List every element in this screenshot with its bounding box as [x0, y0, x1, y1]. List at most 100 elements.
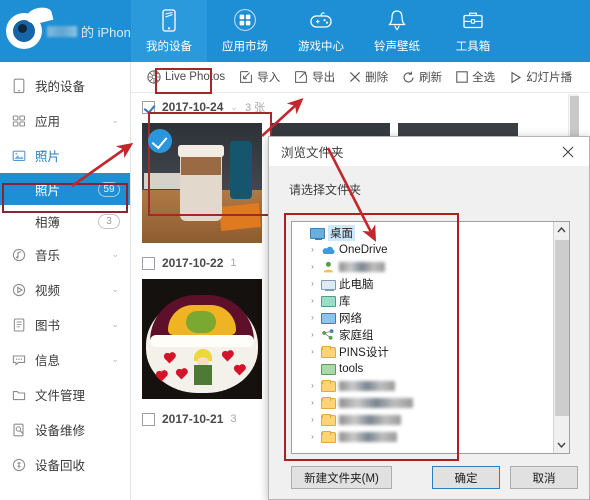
blurred-folder-name: [339, 380, 395, 391]
tree-node-label: 家庭组: [339, 329, 374, 342]
photo-group-date: 2017-10-22: [162, 256, 224, 270]
sidebar-subitem-albums[interactable]: 相簿 3: [0, 205, 130, 237]
tree-node-label: 网络: [339, 312, 362, 325]
this-pc-icon: [321, 279, 336, 291]
sidebar-item-device-recycle[interactable]: 设备回收: [0, 447, 130, 482]
new-folder-button[interactable]: 新建文件夹(M): [291, 466, 392, 489]
dialog-titlebar: 浏览文件夹: [269, 137, 589, 167]
photo-thumbnail[interactable]: [142, 279, 262, 399]
sidebar-item-label: 我的设备: [35, 80, 86, 94]
tree-expander[interactable]: ›: [307, 432, 318, 441]
sidebar-item-apps[interactable]: 应用 ⌄: [0, 103, 130, 138]
sidebar-item-label: 文件管理: [35, 389, 86, 403]
tree-node-this-pc[interactable]: › 此电脑: [294, 275, 554, 292]
tree-node-label: tools: [339, 362, 364, 375]
sidebar-item-device-repair[interactable]: 设备维修: [0, 412, 130, 447]
photo-group-header[interactable]: 2017-10-24 ⌄ 3 张: [131, 94, 579, 120]
toolbar-item-label: 刷新: [419, 72, 443, 84]
tree-expander[interactable]: ›: [307, 347, 318, 356]
sidebar-item-music[interactable]: 音乐 ⌄: [0, 237, 130, 272]
live-photos-icon: [147, 70, 161, 84]
nav-tab-game-center[interactable]: 游戏中心: [283, 0, 359, 62]
folder-tree-panel[interactable]: 桌面 › OneDrive › › 此电脑 › 库 › 网络 › 家庭组 › P…: [291, 221, 570, 454]
toolbar-export-button[interactable]: 导出: [287, 66, 342, 88]
tree-expander[interactable]: ›: [307, 296, 318, 305]
device-name-dropdown[interactable]: 的 iPhone ▾: [47, 22, 145, 41]
sidebar-item-label: 照片: [35, 150, 61, 164]
tree-expander[interactable]: ›: [307, 279, 318, 288]
tree-node-blurred-2[interactable]: ›: [294, 394, 554, 411]
sidebar-subitem-photos[interactable]: 照片 59: [0, 173, 130, 205]
nav-tab-my-device[interactable]: 我的设备: [131, 0, 207, 62]
sidebar-item-messages[interactable]: 信息 ⌄: [0, 342, 130, 377]
toolbar-slideshow-button[interactable]: 幻灯片播: [502, 66, 579, 88]
sidebar-item-books[interactable]: 图书 ⌄: [0, 307, 130, 342]
sidebar-item-label: 音乐: [35, 249, 61, 263]
tree-expander[interactable]: ›: [307, 313, 318, 322]
ok-button[interactable]: 确定: [432, 466, 500, 489]
tree-expander[interactable]: ›: [307, 245, 318, 254]
device-phone-icon: [12, 78, 30, 94]
browse-folder-dialog: 浏览文件夹 请选择文件夹 桌面 › OneDrive › › 此电脑 › 库 ›…: [268, 136, 590, 500]
nav-tab-ringtone-wallpaper[interactable]: 铃声壁纸: [359, 0, 435, 62]
left-sidebar: 我的设备 应用 ⌄ 照片 照片 59 相簿 3 音乐 ⌄ 视频 ⌄ 图书 ⌄ 信…: [0, 62, 131, 500]
tree-node-blurred-1[interactable]: ›: [294, 377, 554, 394]
chevron-down-icon[interactable]: [554, 437, 569, 453]
sidebar-item-videos[interactable]: 视频 ⌄: [0, 272, 130, 307]
tree-node-pins-design[interactable]: › PINS设计: [294, 343, 554, 360]
tree-expander[interactable]: ›: [307, 381, 318, 390]
nav-tab-label: 游戏中心: [298, 41, 344, 53]
tree-node-blurred-4[interactable]: ›: [294, 428, 554, 445]
tree-expander[interactable]: ›: [307, 262, 318, 271]
nav-tab-label: 铃声壁纸: [374, 41, 420, 53]
folder-tree-scrollbar[interactable]: [553, 222, 569, 453]
tree-node-user-account[interactable]: ›: [294, 258, 554, 275]
cancel-button[interactable]: 取消: [510, 466, 578, 489]
recycle-money-icon: [12, 457, 30, 473]
blurred-user-name: [47, 25, 77, 37]
sidebar-item-file-management[interactable]: 文件管理: [0, 377, 130, 412]
sidebar-item-photos[interactable]: 照片: [0, 138, 130, 173]
toolbar-select-all-button[interactable]: 全选: [449, 66, 502, 88]
chevron-down-icon[interactable]: ⌄: [230, 102, 238, 113]
tree-node-tools[interactable]: tools: [294, 360, 554, 377]
scrollbar-thumb[interactable]: [555, 240, 569, 416]
group-checkbox[interactable]: [142, 256, 155, 270]
tree-node-network[interactable]: › 网络: [294, 309, 554, 326]
photo-selected-check-icon: [148, 129, 172, 153]
chevron-up-icon[interactable]: [554, 222, 569, 238]
tree-expander[interactable]: ›: [307, 398, 318, 407]
close-x-icon: [350, 71, 361, 83]
toolbar-live-photos-button[interactable]: Live Photos: [140, 67, 232, 87]
toolbar-item-label: 导入: [257, 72, 281, 84]
user-account-icon: [321, 260, 336, 274]
blurred-folder-name: [339, 431, 397, 442]
play-circle-icon: [12, 282, 30, 298]
tree-node-homegroup[interactable]: › 家庭组: [294, 326, 554, 343]
tree-expander[interactable]: ›: [307, 415, 318, 424]
nav-tab-app-market[interactable]: 应用市场: [207, 0, 283, 62]
tree-node-onedrive[interactable]: › OneDrive: [294, 241, 554, 258]
tree-node-libraries[interactable]: › 库: [294, 292, 554, 309]
photo-thumbnail[interactable]: [142, 123, 262, 243]
music-note-icon: [12, 247, 30, 263]
tree-node-label: 库: [339, 295, 351, 308]
checkbox-empty-icon: [456, 71, 468, 83]
toolbar-delete-button[interactable]: 删除: [342, 66, 395, 88]
close-icon[interactable]: [553, 139, 583, 165]
nav-tab-toolbox[interactable]: 工具箱: [435, 0, 511, 62]
tools-folder-icon: [321, 364, 336, 375]
tree-node-desktop[interactable]: 桌面: [294, 224, 554, 241]
group-checkbox[interactable]: [142, 100, 155, 114]
toolbar-refresh-button[interactable]: 刷新: [395, 66, 449, 88]
sidebar-item-my-device[interactable]: 我的设备: [0, 68, 130, 103]
nav-tab-label: 工具箱: [455, 41, 491, 53]
group-checkbox[interactable]: [142, 412, 155, 426]
tree-node-blurred-3[interactable]: ›: [294, 411, 554, 428]
folder-tree[interactable]: 桌面 › OneDrive › › 此电脑 › 库 › 网络 › 家庭组 › P…: [292, 222, 554, 453]
toolbar-import-button[interactable]: 导入: [232, 66, 287, 88]
tree-node-label: 桌面: [328, 224, 355, 241]
tree-expander[interactable]: ›: [307, 330, 318, 339]
sidebar-item-label: 设备维修: [35, 424, 86, 438]
photo-group-count: 3 张: [244, 102, 266, 114]
